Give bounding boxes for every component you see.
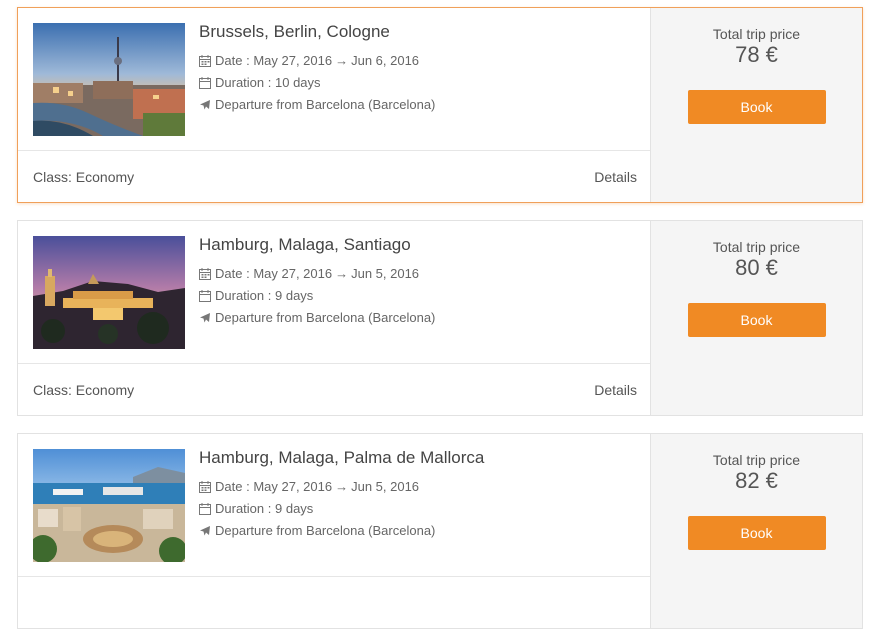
malaga-night-photo [33,236,185,349]
departure-text: Departure from Barcelona (Barcelona) [215,523,436,538]
date-to: Jun 6, 2016 [351,53,420,68]
trip-title: Brussels, Berlin, Cologne [199,22,390,41]
duration-value: 9 days [275,501,314,516]
plane-icon [199,525,211,537]
date-arrow: → [335,479,349,494]
total-price-label: Total trip price [712,26,801,42]
trip-card-2[interactable]: Hamburg, Malaga, Santiago Date : May 27,… [17,220,863,416]
plane-icon [199,312,211,324]
date-label: Date : [215,266,250,281]
trip-info: Brussels, Berlin, Cologne Date : May 27,… [199,22,639,116]
duration-label: Duration : [215,288,272,303]
duration-label: Duration : [215,501,272,516]
berlin-city-photo [33,23,185,136]
price-panel: Total trip price 78 € Book [650,8,862,202]
details-link[interactable]: Details [594,364,637,416]
departure-text: Departure from Barcelona (Barcelona) [215,310,436,325]
trip-departure: Departure from Barcelona (Barcelona) [199,94,639,116]
trip-card-1[interactable]: Brussels, Berlin, Cologne Date : May 27,… [17,7,863,203]
book-button[interactable]: Book [687,90,826,124]
calendar-icon [199,503,211,515]
plane-icon [199,99,211,111]
price-panel: Total trip price 80 € Book [650,221,862,415]
trip-title: Hamburg, Malaga, Palma de Mallorca [199,448,485,467]
calendar-icon [199,481,211,493]
date-label: Date : [215,479,250,494]
class-label: Class: Economy [33,169,135,185]
trip-date: Date : May 27, 2016 → Jun 6, 2016 [199,50,639,72]
calendar-icon [199,55,211,67]
total-price: 80 € [735,255,778,280]
trip-card-info: Hamburg, Malaga, Santiago Date : May 27,… [18,221,652,415]
date-from: May 27, 2016 [253,53,333,68]
trip-title: Hamburg, Malaga, Santiago [199,235,411,254]
date-arrow: → [335,266,349,281]
price-panel: Total trip price 82 € Book [650,434,862,628]
trip-departure: Departure from Barcelona (Barcelona) [199,520,639,542]
date-from: May 27, 2016 [253,266,333,281]
date-from: May 27, 2016 [253,479,333,494]
trip-info: Hamburg, Malaga, Palma de Mallorca Date … [199,448,639,542]
calendar-icon [199,77,211,89]
trip-duration: Duration : 9 days [199,498,639,520]
departure-text: Departure from Barcelona (Barcelona) [215,97,436,112]
duration-value: 10 days [275,75,321,90]
malaga-harbor-photo [33,449,185,562]
trip-departure: Departure from Barcelona (Barcelona) [199,307,639,329]
trip-footer: Class: Economy Details [18,363,652,415]
class-label: Class: Economy [33,382,135,398]
total-price-label: Total trip price [712,239,801,255]
trip-date: Date : May 27, 2016 → Jun 5, 2016 [199,263,639,285]
date-to: Jun 5, 2016 [351,479,420,494]
date-arrow: → [335,53,349,68]
total-price: 78 € [735,42,778,67]
trip-date: Date : May 27, 2016 → Jun 5, 2016 [199,476,639,498]
trip-duration: Duration : 10 days [199,72,639,94]
date-to: Jun 5, 2016 [351,266,420,281]
book-button[interactable]: Book [687,516,826,550]
trip-card-info: Hamburg, Malaga, Palma de Mallorca Date … [18,434,652,628]
total-price-label: Total trip price [712,452,801,468]
trip-card-info: Brussels, Berlin, Cologne Date : May 27,… [18,8,652,202]
calendar-icon [199,268,211,280]
duration-value: 9 days [275,288,314,303]
trip-duration: Duration : 9 days [199,285,639,307]
book-button[interactable]: Book [687,303,826,337]
trip-card-3[interactable]: Hamburg, Malaga, Palma de Mallorca Date … [17,433,863,629]
trip-footer [18,576,652,628]
date-label: Date : [215,53,250,68]
trip-footer: Class: Economy Details [18,150,652,202]
calendar-icon [199,290,211,302]
details-link[interactable]: Details [594,151,637,203]
total-price: 82 € [735,468,778,493]
trip-info: Hamburg, Malaga, Santiago Date : May 27,… [199,235,639,329]
duration-label: Duration : [215,75,272,90]
